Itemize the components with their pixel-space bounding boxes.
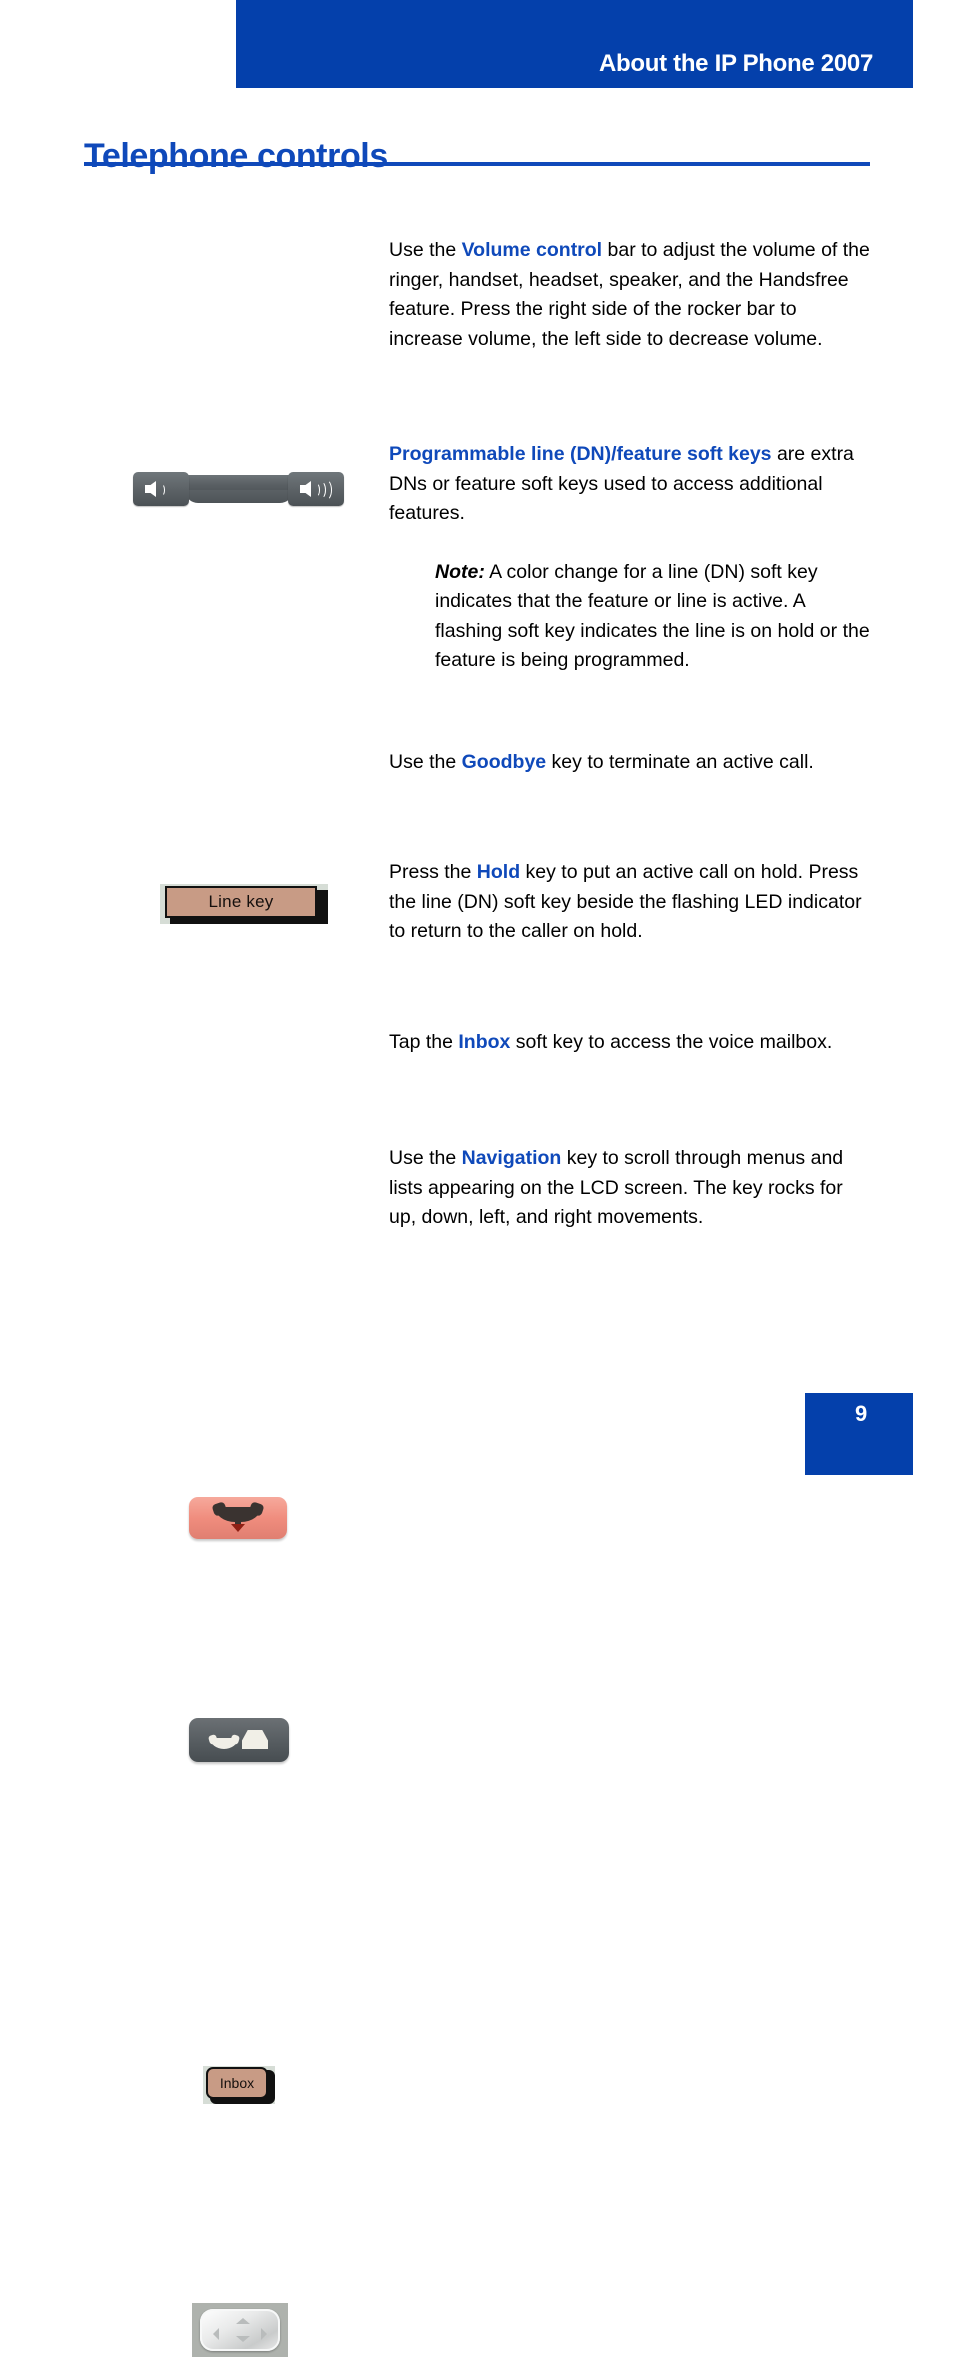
running-head-text: About the IP Phone 2007: [598, 50, 873, 77]
inbox-key-face[interactable]: Inbox: [206, 2067, 268, 2099]
footer-page-bar: 9: [805, 1393, 913, 1475]
accent-term: Volume control: [461, 239, 603, 261]
inbox-key-label: Inbox: [219, 2075, 255, 2091]
note-label: Note:: [435, 560, 485, 583]
arrow-right-icon[interactable]: [261, 2328, 267, 2340]
accent-term: Inbox: [458, 1031, 511, 1053]
navigation-key-artwork: [0, 1144, 370, 1284]
section-volume-control: Use the Volume control bar to adjust the…: [0, 236, 954, 506]
page-title: Telephone controls: [84, 136, 388, 175]
goodbye-key-description: Use the Goodbye key to terminate an acti…: [389, 748, 871, 778]
inbox-key-artwork: [0, 1028, 370, 1118]
down-arrow-head-icon: [231, 1524, 245, 1532]
section-hold-key: Press the Hold key to put an active call…: [0, 858, 954, 1762]
note-text: A color change for a line (DN) soft key …: [435, 560, 870, 672]
section-programmable-line-key: Line key Programmable line (DN)/feature …: [0, 440, 954, 924]
accent-term: Programmable line (DN)/feature soft keys: [389, 443, 772, 465]
accent-term: Hold: [476, 861, 521, 883]
hold-key-description: Press the Hold key to put an active call…: [389, 858, 871, 947]
navigation-pad[interactable]: [200, 2309, 280, 2351]
line-key-artwork: [0, 440, 370, 710]
arrow-down-icon[interactable]: [236, 2336, 250, 2342]
note-block: Note: A color change for a line (DN) sof…: [435, 558, 871, 676]
hold-key-artwork: [0, 858, 370, 998]
title-underline-rule: [84, 162, 870, 166]
goodbye-key-artwork: [0, 748, 370, 838]
navigation-key-description: Use the Navigation key to scroll through…: [389, 1144, 871, 1233]
text-tail: soft key to access the voice mailbox.: [510, 1031, 833, 1053]
hold-key-art[interactable]: [189, 1718, 289, 1762]
accent-term: Goodbye: [461, 751, 547, 773]
text-lead: Use the: [389, 239, 462, 261]
handset-cradle-icon: [210, 1738, 238, 1749]
phone-base-icon: [242, 1730, 268, 1749]
running-header-bar: About the IP Phone 2007: [236, 0, 913, 88]
section-goodbye-key: Use the Goodbye key to terminate an acti…: [0, 748, 954, 1539]
volume-rocker-artwork: [0, 236, 370, 406]
volume-control-description: Use the Volume control bar to adjust the…: [389, 236, 871, 354]
arrow-up-icon[interactable]: [236, 2318, 250, 2324]
inbox-key-description: Tap the Inbox soft key to access the voi…: [389, 1028, 871, 1058]
inbox-key-art: Inbox: [203, 2066, 275, 2104]
section-navigation-key: Use the Navigation key to scroll through…: [0, 1144, 954, 2357]
text-lead: Use the: [389, 751, 462, 773]
text-lead: Tap the: [389, 1031, 459, 1053]
navigation-key-art[interactable]: [192, 2303, 288, 2357]
text-tail: key to terminate an active call.: [546, 751, 814, 773]
accent-term: Navigation: [461, 1147, 562, 1169]
programmable-line-key-description: Programmable line (DN)/feature soft keys…: [389, 440, 871, 676]
arrow-left-icon[interactable]: [213, 2328, 219, 2340]
page-number: 9: [855, 1401, 868, 1426]
section-inbox-key: Inbox Tap the Inbox soft key to access t…: [0, 1028, 954, 2104]
goodbye-key-art[interactable]: [189, 1497, 287, 1539]
text-lead: Press the: [389, 861, 477, 883]
text-lead: Use the: [389, 1147, 462, 1169]
